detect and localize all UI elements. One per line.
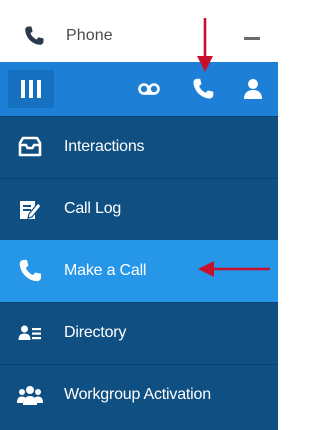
phone-icon: [25, 26, 44, 45]
minimize-button[interactable]: [240, 26, 264, 50]
title-bar: Phone: [0, 0, 278, 63]
nav-list: Interactions Call Log Make a Call Direct…: [0, 116, 278, 430]
group-icon: [17, 386, 43, 405]
nav-item-workgroup-activation[interactable]: Workgroup Activation: [0, 364, 278, 427]
phone-panel: Phone Interactions Call Log Make a Call …: [0, 0, 278, 430]
vertical-bars-menu-icon: [21, 80, 25, 98]
inbox-icon: [18, 136, 42, 157]
phone-icon: [19, 259, 42, 282]
nav-item-label: Interactions: [64, 138, 145, 155]
nav-item-label: Workgroup Activation: [64, 386, 211, 403]
nav-item-label: Call Log: [64, 200, 122, 217]
phone-icon[interactable]: [190, 76, 216, 102]
vertical-bars-menu-icon-bar: [29, 80, 33, 98]
menu-button[interactable]: [8, 70, 54, 108]
nav-item-label: Directory: [64, 324, 127, 341]
window-title: Phone: [66, 27, 113, 44]
nav-item-directory[interactable]: Directory: [0, 302, 278, 365]
nav-item-label: Make a Call: [64, 262, 147, 279]
user-icon[interactable]: [240, 76, 266, 102]
voicemail-icon[interactable]: [136, 76, 162, 102]
nav-item-make-a-call[interactable]: Make a Call: [0, 240, 278, 303]
toolbar: [0, 62, 278, 116]
contact-list-icon: [18, 325, 41, 340]
nav-item-interactions[interactable]: Interactions: [0, 116, 278, 179]
nav-item-call-log[interactable]: Call Log: [0, 178, 278, 241]
vertical-bars-menu-icon-bar: [37, 80, 41, 98]
edit-log-icon: [20, 201, 42, 219]
